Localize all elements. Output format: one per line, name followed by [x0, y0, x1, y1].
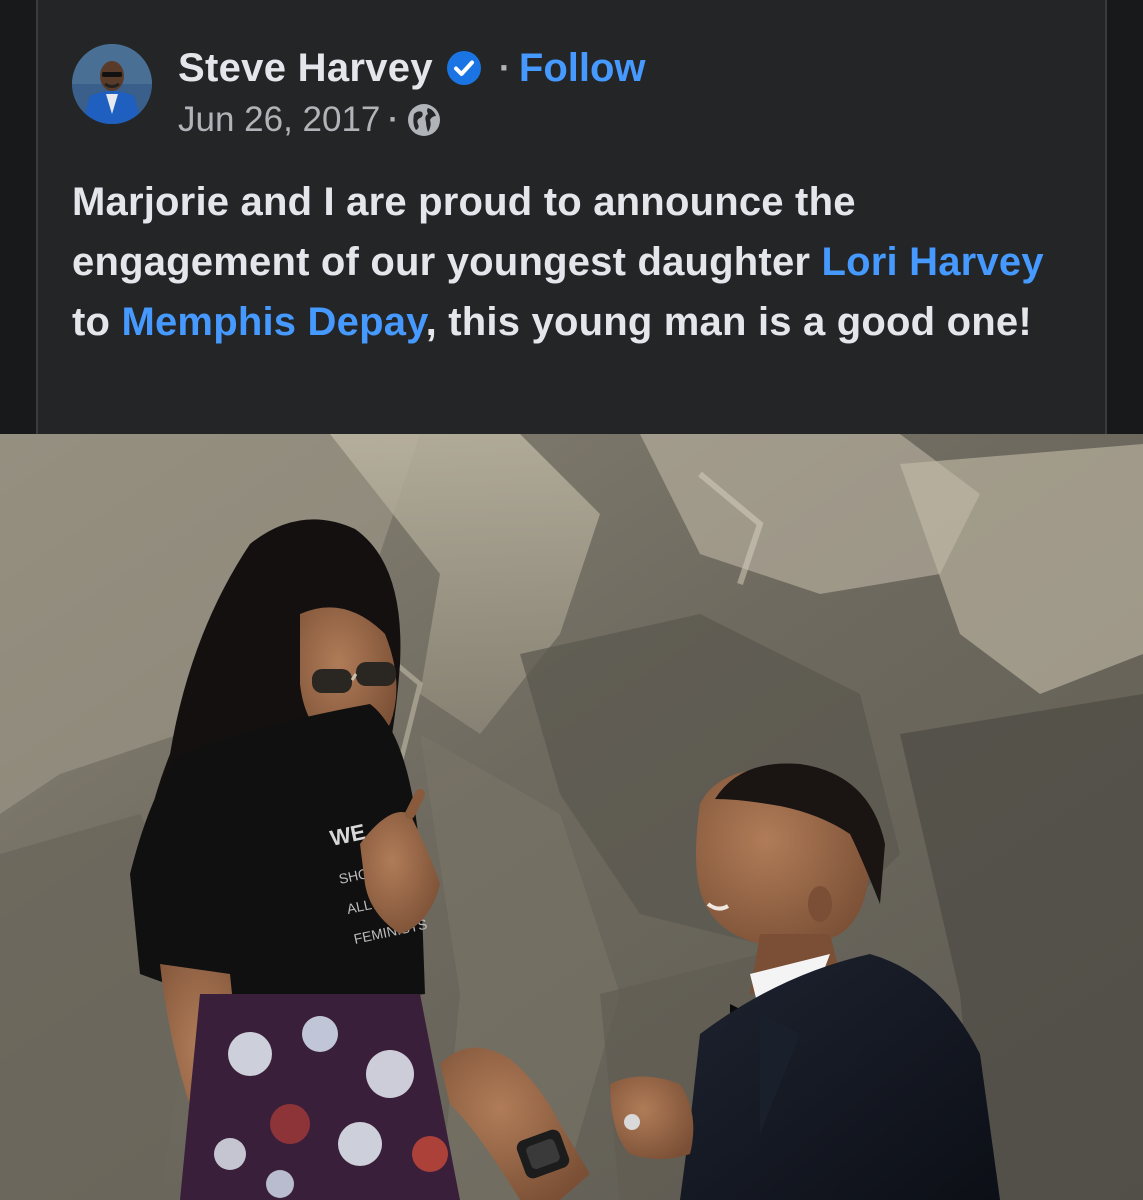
post-text-part: , this young man is a good one!	[425, 300, 1032, 344]
post-meta: Jun 26, 2017 ·	[178, 100, 442, 140]
follow-button[interactable]: Follow	[519, 46, 646, 91]
mention-link-lori-harvey[interactable]: Lori Harvey	[821, 240, 1043, 284]
separator-dot: ·	[498, 47, 511, 88]
author-avatar[interactable]	[72, 44, 152, 124]
post-header: Steve Harvey · Follow Jun 26, 2017 ·	[72, 40, 1072, 139]
globe-icon[interactable]	[406, 102, 442, 138]
author-name[interactable]: Steve Harvey	[178, 46, 433, 91]
post-photo[interactable]: WE SHOULD ALL BE FEMINISTS	[0, 434, 1143, 1200]
post-text-part: Marjorie and I are proud to announce the…	[72, 180, 856, 284]
post-card: Steve Harvey · Follow Jun 26, 2017 · Mar…	[36, 0, 1107, 434]
post-message: Marjorie and I are proud to announce the…	[72, 172, 1082, 352]
author-line: Steve Harvey · Follow	[178, 40, 646, 96]
mention-link-memphis-depay[interactable]: Memphis Depay	[121, 300, 425, 344]
verified-badge-icon	[445, 49, 483, 87]
post-timestamp[interactable]: Jun 26, 2017	[178, 100, 380, 140]
meta-separator-dot: ·	[388, 103, 399, 136]
post-text-part: to	[72, 300, 122, 344]
facebook-post: Steve Harvey · Follow Jun 26, 2017 · Mar…	[0, 0, 1143, 1200]
